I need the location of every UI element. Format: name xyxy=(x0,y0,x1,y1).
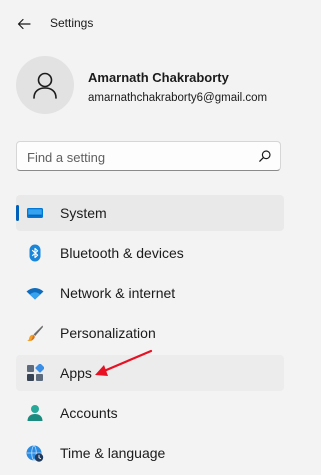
system-icon xyxy=(27,208,43,218)
user-profile[interactable]: Amarnath Chakraborty amarnathchakraborty… xyxy=(16,56,316,118)
search-input[interactable] xyxy=(25,147,249,167)
apps-icon xyxy=(27,364,44,381)
nav-item-accounts[interactable]: Accounts xyxy=(16,395,284,431)
user-name: Amarnath Chakraborty xyxy=(88,70,229,85)
selection-indicator xyxy=(16,205,19,221)
bluetooth-icon xyxy=(29,244,41,262)
nav-item-label: Accounts xyxy=(60,405,118,421)
nav-item-system[interactable]: System xyxy=(16,195,284,231)
title-bar: Settings xyxy=(0,0,321,46)
person-icon xyxy=(33,72,57,99)
search-icon[interactable] xyxy=(258,149,272,163)
nav-item-label: System xyxy=(60,205,107,221)
brush-icon xyxy=(27,325,43,342)
nav-item-label: Apps xyxy=(60,365,92,381)
nav-item-network-internet[interactable]: Network & internet xyxy=(16,275,284,311)
wifi-icon xyxy=(26,288,44,300)
back-button[interactable] xyxy=(12,12,36,36)
globe-clock-icon xyxy=(26,445,44,462)
app-title: Settings xyxy=(50,16,94,30)
settings-nav: System Bluetooth & devices Network & int… xyxy=(16,195,284,475)
accounts-icon xyxy=(27,405,43,421)
nav-item-apps[interactable]: Apps xyxy=(16,355,284,391)
nav-item-personalization[interactable]: Personalization xyxy=(16,315,284,351)
back-arrow-icon xyxy=(17,18,31,30)
search-box[interactable] xyxy=(16,141,281,171)
nav-item-label: Bluetooth & devices xyxy=(60,245,184,261)
nav-item-time-language[interactable]: Time & language xyxy=(16,435,284,471)
nav-item-label: Network & internet xyxy=(60,285,176,301)
nav-item-label: Personalization xyxy=(60,325,156,341)
nav-item-bluetooth-devices[interactable]: Bluetooth & devices xyxy=(16,235,284,271)
nav-item-label: Time & language xyxy=(60,445,166,461)
user-email: amarnathchakraborty6@gmail.com xyxy=(88,92,268,104)
avatar[interactable] xyxy=(16,56,74,114)
